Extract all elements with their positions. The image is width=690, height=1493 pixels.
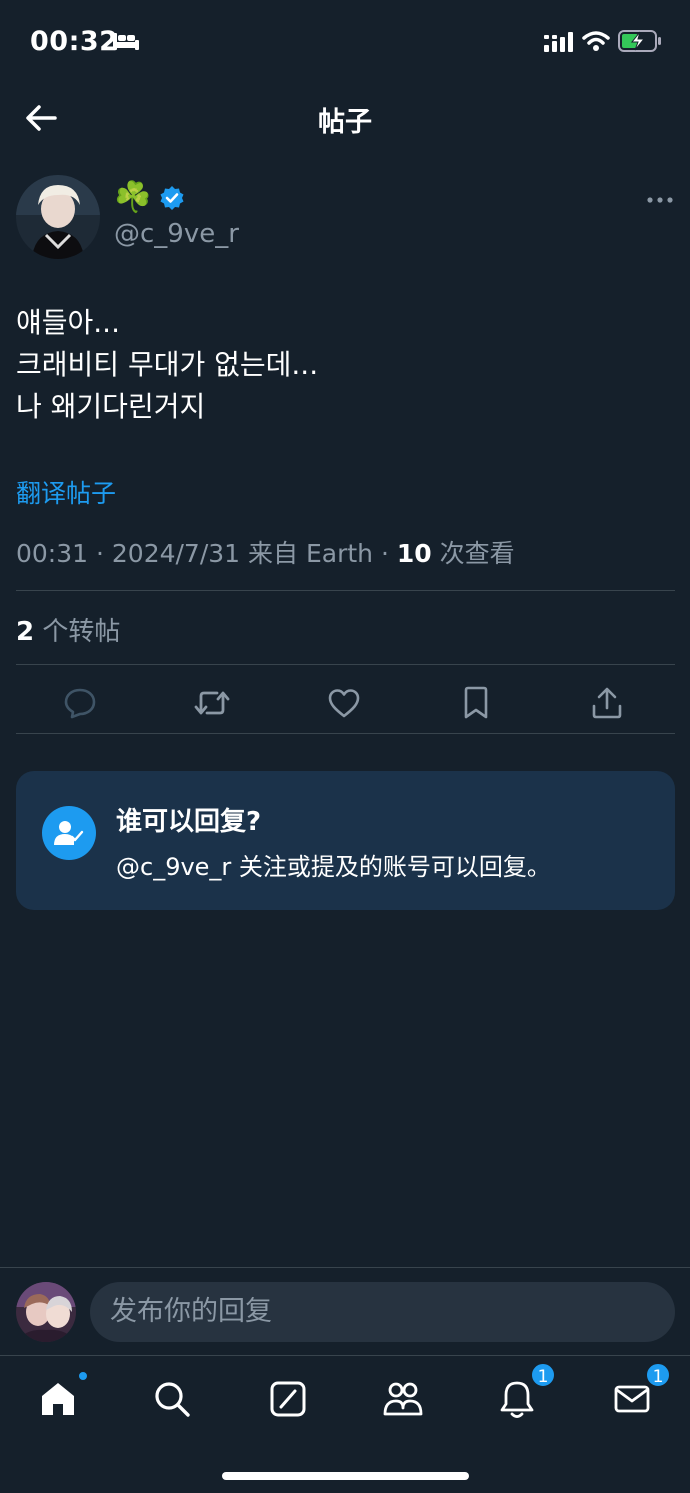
my-avatar[interactable] bbox=[16, 1282, 76, 1342]
notifications-badge: 1 bbox=[530, 1362, 556, 1388]
like-button[interactable] bbox=[321, 680, 367, 726]
post-timestamp: 00:31 · 2024/7/31 来自 Earth · bbox=[16, 539, 397, 568]
author-avatar[interactable] bbox=[16, 175, 100, 259]
author-name[interactable]: ☘️ bbox=[114, 180, 185, 216]
like-icon bbox=[328, 689, 360, 718]
status-bar: 00:32 bbox=[0, 0, 690, 84]
bookmark-icon bbox=[464, 686, 488, 719]
home-icon bbox=[42, 1383, 74, 1415]
bell-icon bbox=[500, 1381, 534, 1418]
battery-charging-icon bbox=[618, 30, 661, 52]
reposts-count: 2 bbox=[16, 617, 35, 647]
tab-home[interactable] bbox=[33, 1370, 89, 1424]
grok-icon bbox=[270, 1381, 306, 1417]
wifi-icon bbox=[582, 31, 610, 51]
home-indicator bbox=[222, 1472, 469, 1480]
post-meta: 00:31 · 2024/7/31 来自 Earth · 10 次查看 bbox=[16, 534, 515, 570]
post-line: 나 왜기다린거지 bbox=[16, 390, 206, 423]
divider bbox=[16, 664, 675, 665]
post-line: 얘들아... bbox=[16, 306, 120, 339]
status-time: 00:32 bbox=[30, 26, 119, 57]
tab-communities[interactable] bbox=[378, 1374, 428, 1424]
repost-icon bbox=[194, 691, 230, 715]
reply-icon bbox=[64, 688, 96, 719]
mail-icon bbox=[614, 1385, 650, 1413]
tab-messages[interactable]: 1 bbox=[607, 1362, 671, 1424]
messages-badge: 1 bbox=[645, 1362, 671, 1388]
compose-reply-bar: 发布你的回复 bbox=[0, 1267, 690, 1355]
reply-input[interactable]: 发布你的回复 bbox=[90, 1282, 675, 1342]
search-icon bbox=[155, 1382, 190, 1417]
reply-button[interactable] bbox=[57, 680, 103, 726]
home-new-dot bbox=[77, 1370, 89, 1382]
reposts-stat[interactable]: 2 个转帖 bbox=[16, 611, 120, 648]
translate-post-link[interactable]: 翻译帖子 bbox=[16, 474, 116, 510]
tab-notifications[interactable]: 1 bbox=[492, 1362, 556, 1424]
share-button[interactable] bbox=[584, 680, 630, 726]
tab-grok[interactable] bbox=[263, 1374, 313, 1424]
reply-card-icon-badge bbox=[42, 806, 96, 860]
reply-card-text: @c_9ve_r 关注或提及的账号可以回复。 bbox=[116, 853, 551, 881]
more-options-button[interactable] bbox=[640, 186, 680, 214]
author-handle[interactable]: @c_9ve_r bbox=[114, 219, 239, 249]
divider bbox=[16, 590, 675, 591]
sleep-focus-icon bbox=[113, 33, 139, 50]
who-can-reply-card: 谁可以回复? @c_9ve_r 关注或提及的账号可以回复。 bbox=[16, 771, 675, 910]
post-actions bbox=[0, 680, 690, 726]
page-title: 帖子 bbox=[318, 107, 372, 138]
reposts-label: 个转帖 bbox=[34, 617, 121, 647]
divider bbox=[16, 733, 675, 734]
views-count: 10 bbox=[396, 539, 432, 568]
post-text: 얘들아... 크래비티 무대가 없는데... 나 왜기다린거지 bbox=[16, 302, 666, 428]
bookmark-button[interactable] bbox=[453, 680, 499, 726]
repost-button[interactable] bbox=[189, 680, 235, 726]
verified-icon bbox=[160, 186, 184, 210]
reply-card-title: 谁可以回复? bbox=[116, 807, 262, 837]
author-name-emoji: ☘️ bbox=[114, 180, 152, 215]
cell-signal-icon bbox=[544, 32, 573, 52]
person-check-icon bbox=[54, 821, 84, 845]
views-label: 次查看 bbox=[431, 539, 515, 568]
share-icon bbox=[592, 687, 622, 719]
screen: 00:32 帖子 ☘️ @c_9ve_r 얘들아... 크래비티 무대가 없는데… bbox=[0, 0, 690, 1493]
tab-search[interactable] bbox=[147, 1374, 197, 1424]
more-icon bbox=[647, 197, 673, 203]
post-line: 크래비티 무대가 없는데... bbox=[16, 348, 319, 381]
communities-icon bbox=[383, 1382, 423, 1416]
